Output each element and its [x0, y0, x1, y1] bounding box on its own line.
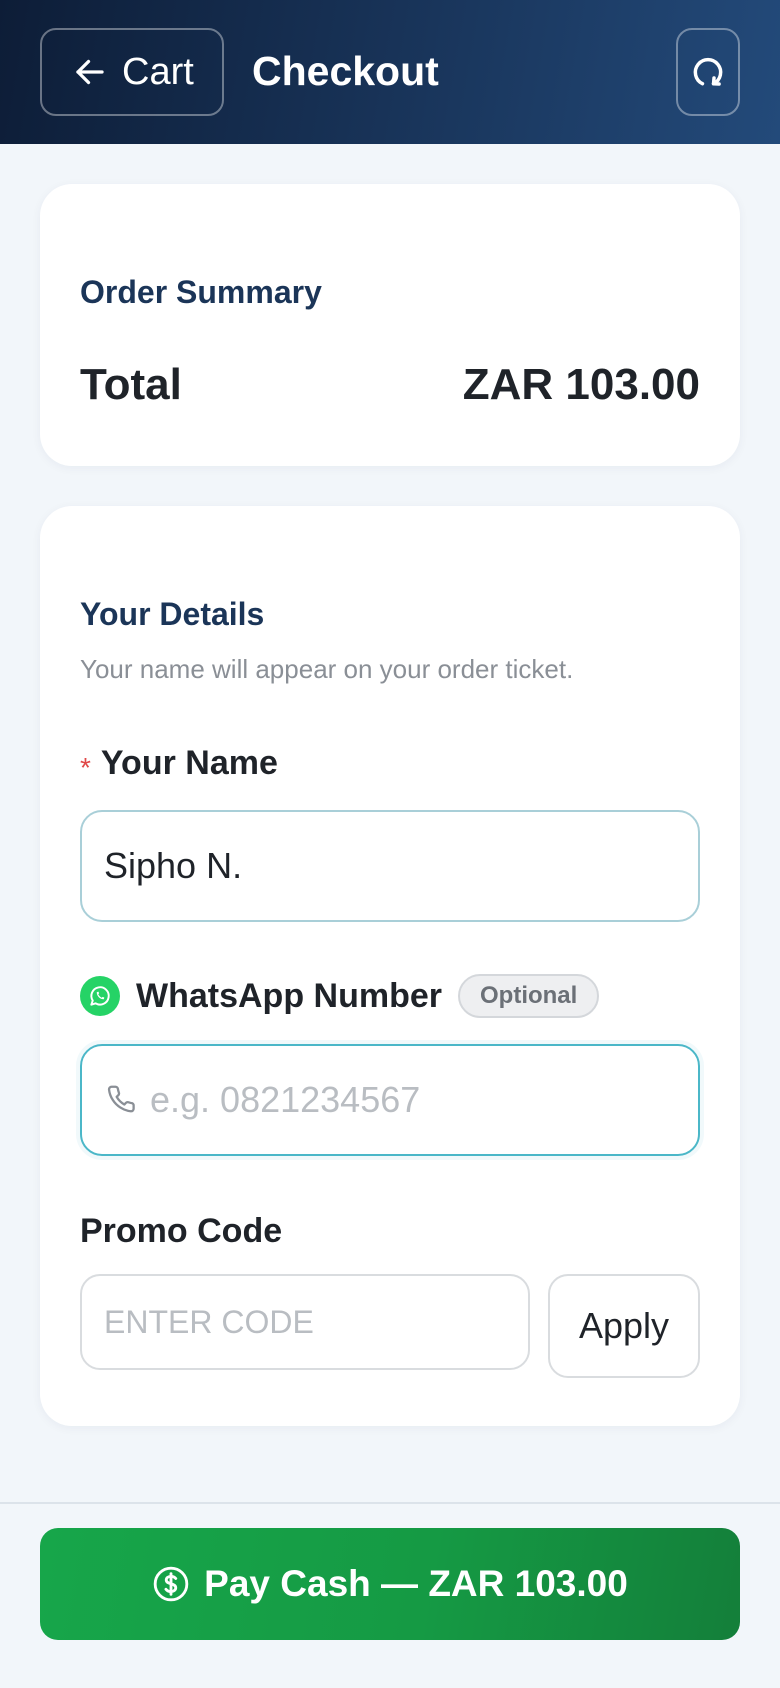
name-field-label: * Your Name	[80, 744, 278, 783]
whatsapp-icon	[80, 976, 120, 1016]
phone-icon	[107, 1085, 135, 1113]
whatsapp-label-text: WhatsApp Number	[136, 976, 442, 1015]
apply-promo-button[interactable]: Apply	[548, 1274, 700, 1378]
promo-field-label: Promo Code	[80, 1212, 282, 1251]
arrow-left-icon	[76, 59, 104, 85]
total-label: Total	[80, 360, 182, 409]
whatsapp-input[interactable]	[150, 1079, 690, 1121]
pay-button-label: Pay Cash — ZAR 103.00	[204, 1563, 628, 1604]
app-header: Cart Checkout	[0, 0, 780, 144]
name-input[interactable]	[80, 810, 700, 922]
page-title: Checkout	[252, 48, 439, 94]
whatsapp-input-wrapper	[80, 1044, 700, 1156]
name-label-text: Your Name	[100, 744, 278, 782]
refresh-button[interactable]	[676, 28, 740, 116]
promo-code-input[interactable]	[80, 1274, 530, 1370]
total-value: ZAR 103.00	[462, 360, 700, 409]
details-subtitle: Your name will appear on your order tick…	[80, 654, 574, 684]
pay-cash-button[interactable]: Pay Cash — ZAR 103.00	[40, 1528, 740, 1640]
promo-label-text: Promo Code	[80, 1212, 283, 1250]
back-button-label: Cart	[122, 50, 194, 93]
optional-badge: Optional	[458, 974, 600, 1018]
your-details-title: Your Details	[80, 596, 265, 632]
back-to-cart-button[interactable]: Cart	[40, 28, 224, 116]
required-marker: *	[80, 751, 91, 783]
whatsapp-field-label: WhatsApp Number Optional	[80, 974, 600, 1018]
footer-divider	[0, 1502, 780, 1504]
dollar-circle-icon	[153, 1566, 189, 1602]
refresh-icon	[693, 58, 723, 86]
order-summary-card: Order Summary Total ZAR 103.00	[40, 184, 740, 466]
your-details-card: Your Details Your name will appear on yo…	[40, 506, 740, 1426]
order-summary-title: Order Summary	[80, 274, 322, 310]
